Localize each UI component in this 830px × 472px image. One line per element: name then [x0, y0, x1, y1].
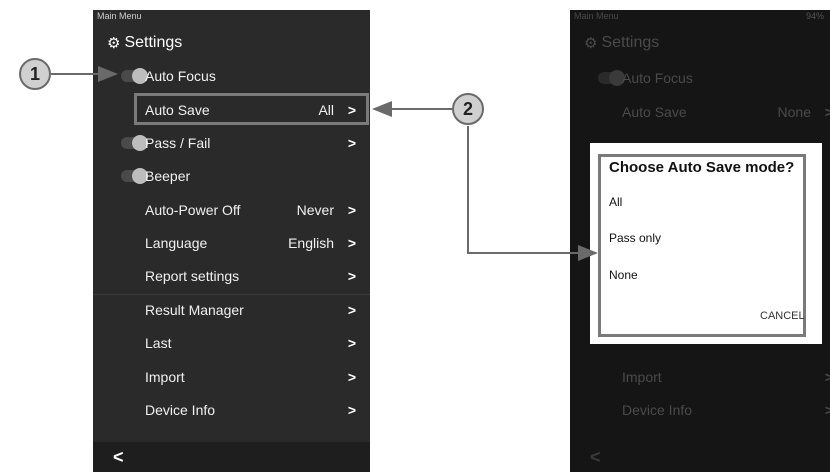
callout-2: 2: [452, 93, 484, 125]
callout-connectors: [51, 66, 598, 261]
callout-1: 1: [19, 58, 51, 90]
